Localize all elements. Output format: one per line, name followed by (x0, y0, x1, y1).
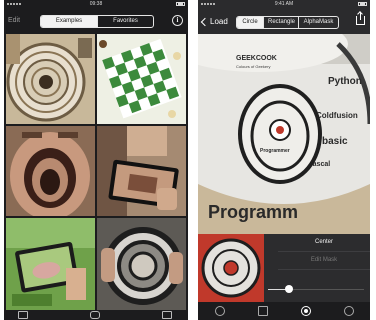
share-icon[interactable] (356, 12, 365, 25)
word-coldfusion: Coldfusion (316, 111, 358, 120)
spiral-clock-image[interactable] (6, 34, 95, 124)
shirt-brand-text: GEEKCOOK (236, 55, 277, 62)
editor-screen: 9:41 AM Load Circle Rectangle AlphaMask … (198, 0, 370, 320)
tab-rectangle[interactable]: Rectangle (263, 17, 298, 28)
nav-bar: Load Circle Rectangle AlphaMask (198, 10, 370, 34)
size-slider[interactable] (268, 285, 364, 293)
mask-preview-thumbnail[interactable] (198, 234, 264, 302)
segmented-control: Examples Favorites (40, 15, 154, 28)
examples-grid (6, 34, 186, 310)
face-with-phone-image[interactable] (97, 126, 186, 216)
hands-with-circle-image[interactable] (97, 218, 186, 310)
tab-circle[interactable]: Circle (237, 17, 263, 28)
bottom-toolbar (4, 310, 188, 320)
edit-button[interactable]: Edit (8, 17, 20, 24)
nav-bar: Edit Examples Favorites i (4, 10, 188, 32)
load-label: Load (210, 17, 228, 26)
tab-examples[interactable]: Examples (41, 16, 97, 27)
word-basic: basic (322, 136, 348, 147)
load-button[interactable]: Load (200, 17, 228, 26)
examples-screen: 09:38 Edit Examples Favorites i (4, 0, 188, 320)
chessboard-spiral-image[interactable] (97, 34, 186, 124)
chevron-left-icon (200, 17, 210, 26)
settings-icon[interactable] (343, 306, 354, 316)
folder-icon[interactable] (162, 311, 172, 319)
word-programmer: Programmer (260, 148, 290, 154)
options-panel: Center Edit Mask (198, 234, 370, 302)
battery-icon (358, 1, 367, 6)
tab-alphamask[interactable]: AlphaMask (298, 17, 338, 28)
edit-mask-menu-item[interactable]: Edit Mask (278, 252, 370, 270)
shirt-subtitle-text: Colours of Geekery (236, 64, 270, 69)
center-menu-item[interactable]: Center (278, 234, 370, 252)
status-bar: 9:41 AM (198, 0, 370, 7)
mode-menu: Center Edit Mask (278, 234, 370, 270)
history-icon[interactable] (214, 306, 225, 316)
word-python: Python (328, 76, 362, 87)
slider-knob[interactable] (285, 285, 294, 293)
girl-with-tablet-image[interactable] (6, 218, 95, 310)
camera-icon[interactable] (90, 311, 100, 319)
info-icon[interactable]: i (172, 15, 183, 26)
status-time: 9:41 AM (274, 0, 294, 7)
grid-icon[interactable] (257, 306, 268, 316)
screaming-face-image[interactable] (6, 126, 95, 216)
battery-icon (176, 1, 185, 6)
word-programm: Programm (208, 202, 298, 222)
bottom-toolbar (198, 302, 370, 320)
status-bar: 09:38 (4, 0, 188, 7)
photo-library-icon[interactable] (18, 311, 28, 319)
target-icon[interactable] (300, 306, 311, 316)
tab-favorites[interactable]: Favorites (97, 16, 153, 27)
editor-canvas[interactable]: GEEKCOOK Colours of Geekery Python Coldf… (198, 34, 370, 234)
status-time: 09:38 (89, 0, 103, 7)
shape-segmented-control: Circle Rectangle AlphaMask (236, 16, 339, 29)
